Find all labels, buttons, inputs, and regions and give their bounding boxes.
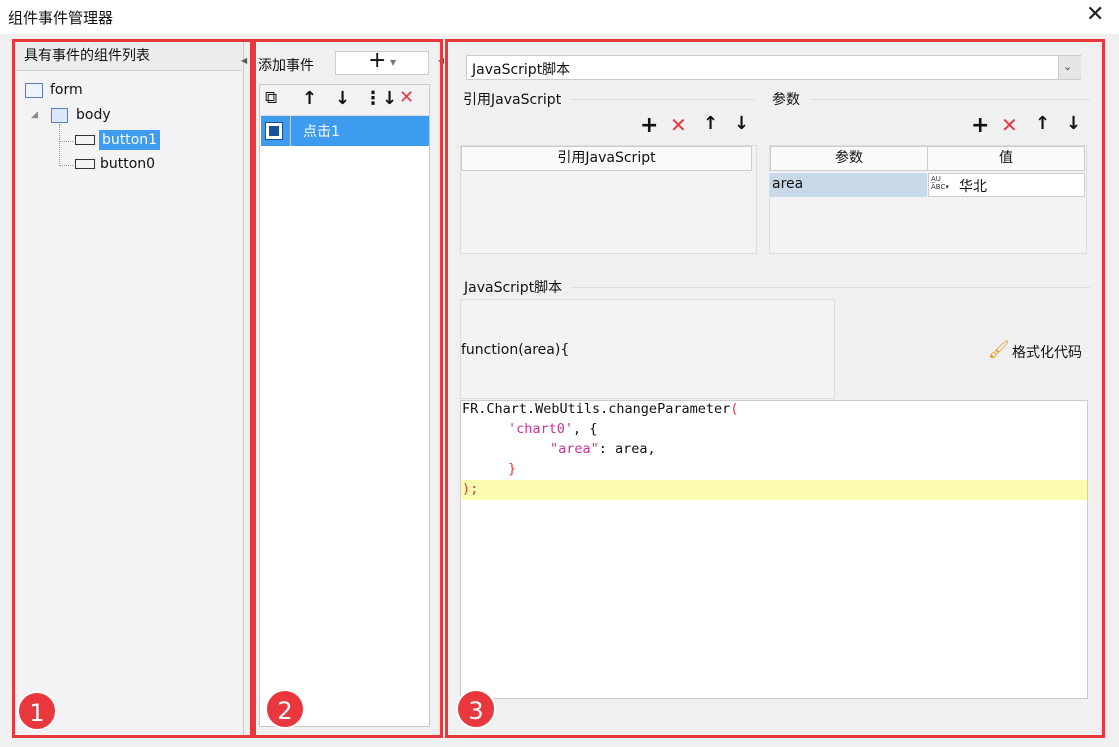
script-type-select[interactable]: JavaScript脚本 ⌄ [466,55,1081,80]
ref-js-column-header[interactable]: 引用JavaScript [461,146,752,171]
move-bottom-icon[interactable]: ⋮↓ [364,88,397,109]
collapse-middle-icon[interactable]: ◀ [438,56,444,65]
param-value: 华北 [959,179,987,195]
param-value-cell[interactable]: A̲U ABC▾ 华北 [928,173,1085,197]
move-down-icon[interactable]: ↓ [335,88,350,109]
event-icon [265,122,283,140]
chevron-down-icon: ▼ [390,58,397,67]
add-param-icon[interactable]: + [971,113,989,138]
delete-ref-icon[interactable]: ✕ [670,113,687,137]
ref-js-section-label: 引用JavaScript [463,92,562,108]
tree-item-label: button1 [99,130,161,150]
code-line-3: "area": area, [550,441,656,457]
param-name-cell[interactable]: area [770,173,927,197]
current-line-highlight [461,480,1087,500]
format-code-button[interactable]: 格式化代码 [1012,342,1082,362]
event-item-label: 点击1 [303,124,340,140]
add-event-dropdown[interactable]: + ▼ [335,48,429,75]
move-down-param-icon[interactable]: ↓ [1066,113,1081,134]
tree-item-button0[interactable]: button0 [75,156,155,172]
move-up-icon[interactable]: ↑ [302,88,317,109]
button-icon [75,159,95,169]
title-bar [0,0,1119,34]
tree-item-label: button0 [100,156,156,172]
badge-3: 3 [456,689,496,729]
button-icon [75,135,95,145]
tree-item-body[interactable]: body [51,107,111,123]
component-list-title: 具有事件的组件列表 [24,48,150,64]
event-item[interactable]: 点击1 [261,116,429,146]
params-section-label: 参数 [772,92,800,108]
tree-item-label: body [76,107,111,123]
delete-param-icon[interactable]: ✕ [1001,113,1018,137]
tree-item-form[interactable]: form [25,82,83,98]
section-divider [810,99,1090,100]
delete-icon[interactable]: ✕ [399,87,414,108]
expand-arrow-icon[interactable]: ◢ [31,110,38,120]
move-down-ref-icon[interactable]: ↓ [734,113,749,134]
plus-icon: + [368,48,387,73]
script-section-label: JavaScript脚本 [464,280,563,296]
add-ref-icon[interactable]: + [640,113,658,138]
param-column-header[interactable]: 参数 [770,146,928,171]
tree-guide-line [59,165,73,166]
brush-icon[interactable]: 🖌 [988,340,1010,360]
code-line-4: } [508,461,517,477]
function-signature: function(area){ [461,342,570,358]
tree-guide-line [59,124,61,166]
chevron-down-icon: ⌄ [1063,60,1073,73]
body-icon [51,107,68,123]
move-up-param-icon[interactable]: ↑ [1035,113,1050,134]
window-title: 组件事件管理器 [8,9,114,27]
close-icon[interactable]: ✕ [1086,2,1104,27]
section-divider [570,99,755,100]
code-line-5: ); [462,481,479,497]
tree-guide-line [59,141,73,142]
collapse-left-icon[interactable]: ◀ [241,56,247,65]
code-line-2: 'chart0', { [508,421,598,437]
badge-2: 2 [265,689,305,729]
tree-item-button1[interactable]: button1 [75,130,161,150]
badge-1: 1 [17,691,57,731]
section-divider [570,287,1090,288]
tree-item-label: form [50,82,83,98]
code-line-1: FR.Chart.WebUtils.changeParameter( [462,401,739,417]
move-up-ref-icon[interactable]: ↑ [703,113,718,134]
type-abc-icon[interactable]: A̲U ABC▾ [931,175,949,191]
copy-icon[interactable]: ⧉ [265,88,277,108]
param-name: area [772,176,804,192]
form-icon [25,82,43,98]
value-column-header[interactable]: 值 [927,146,1085,171]
script-type-value: JavaScript脚本 [472,62,571,78]
event-list-panel [259,84,430,727]
add-event-label: 添加事件 [258,58,314,74]
